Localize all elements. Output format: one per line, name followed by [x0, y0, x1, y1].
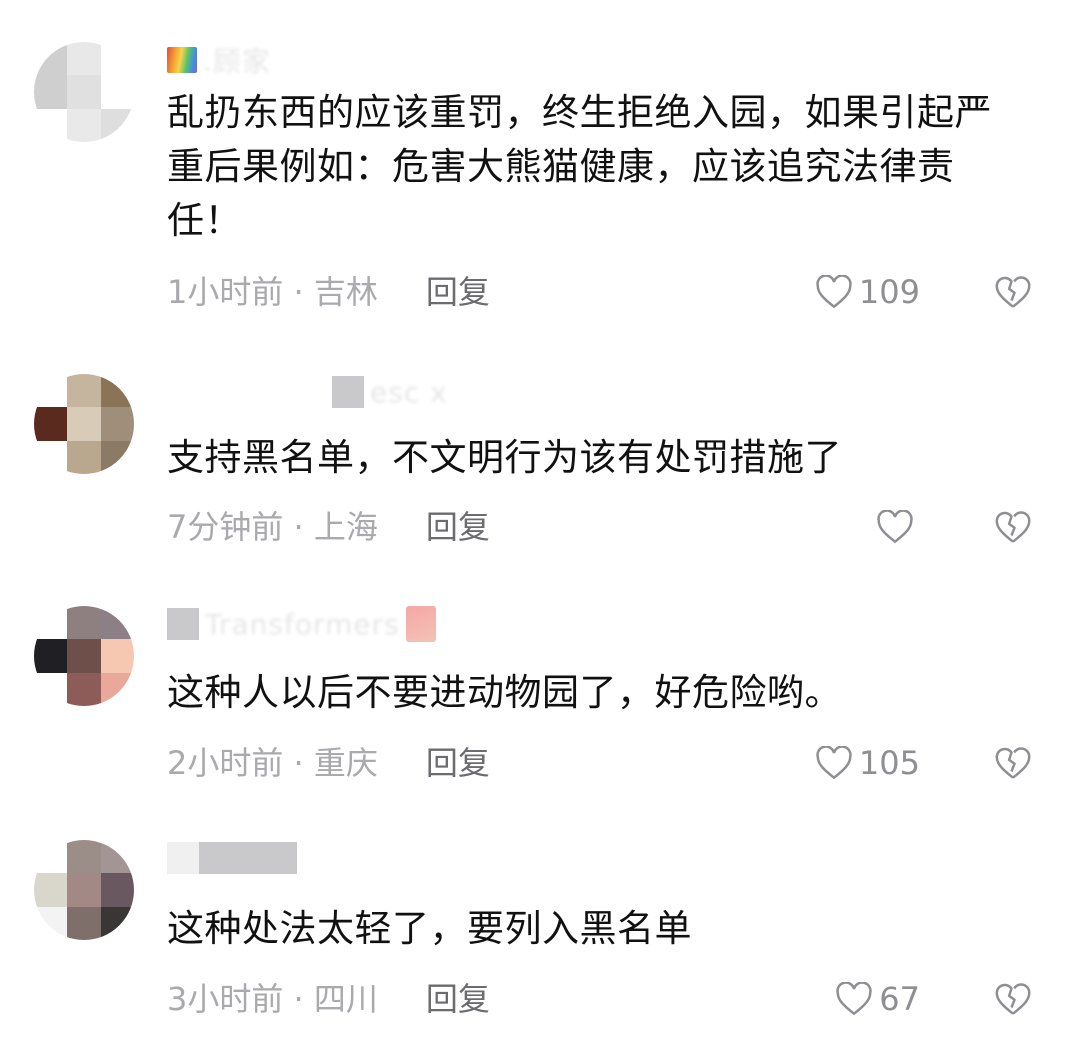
avatar-pixel [34, 407, 68, 441]
heart-outline-icon [816, 746, 852, 780]
comment-text: 乱扔东西的应该重罚，终生拒绝入园，如果引起严重后果例如：危害大熊猫健康，应该追究… [167, 91, 992, 242]
avatar-pixel [100, 42, 134, 76]
avatar-pixel [100, 606, 134, 640]
comment-meta: 2小时前 · 重庆 回复 [167, 739, 490, 783]
avatar-pixel [34, 374, 68, 408]
reply-button[interactable]: 回复 [426, 267, 490, 313]
avatar-pixel [34, 906, 68, 940]
avatar-pixel [34, 840, 68, 874]
heart-outline-icon [816, 275, 852, 309]
like-count: 109 [858, 273, 920, 311]
comment-text: 这种人以后不要进动物园了，好危险哟。 [167, 671, 842, 714]
like-button[interactable]: 105 [815, 741, 920, 785]
avatar-pixel [34, 108, 68, 142]
like-count: 105 [858, 744, 920, 782]
comment-meta: 3小时前 · 四川 回复 [167, 975, 490, 1019]
avatar-pixel [67, 42, 101, 76]
avatar-pixel [100, 407, 134, 441]
avatar-pixel [100, 840, 134, 874]
like-count: 67 [879, 980, 920, 1018]
username-text: Transformers [205, 607, 400, 641]
avatar-pixel [100, 672, 134, 706]
reply-button[interactable]: 回复 [426, 502, 490, 548]
avatar-pixel [34, 672, 68, 706]
username[interactable]: esc x [167, 374, 448, 410]
avatar-pixel [100, 440, 134, 474]
avatar-pixel [100, 75, 134, 109]
avatar-pixel [67, 440, 101, 474]
username-text: .顾家 [203, 45, 271, 78]
like-button[interactable]: 109 [815, 270, 920, 314]
username-mosaic [167, 608, 199, 640]
reply-button[interactable]: 回复 [426, 738, 490, 784]
dislike-button[interactable] [993, 270, 1033, 314]
dislike-button[interactable] [993, 977, 1033, 1021]
heart-outline-icon [877, 510, 913, 544]
dislike-button[interactable] [993, 505, 1033, 549]
avatar[interactable] [34, 840, 134, 940]
avatar[interactable] [34, 374, 134, 474]
avatar-pixel [100, 374, 134, 408]
avatar-pixel [67, 906, 101, 940]
avatar-pixel [34, 606, 68, 640]
avatar-pixel [67, 639, 101, 673]
heart-outline-icon [836, 982, 872, 1016]
avatar-pixel [34, 873, 68, 907]
username-mosaic [332, 376, 364, 408]
like-button[interactable]: 67 [835, 977, 920, 1021]
avatar-pixel [34, 440, 68, 474]
time-location: 1小时前 · 吉林 [167, 273, 378, 311]
emoji-icon [405, 606, 436, 642]
time-location: 7分钟前 · 上海 [167, 508, 378, 546]
broken-heart-outline-icon [995, 747, 1031, 779]
avatar-pixel [67, 407, 101, 441]
broken-heart-outline-icon [995, 511, 1031, 543]
like-button[interactable] [876, 505, 920, 549]
username[interactable] [167, 840, 303, 876]
broken-heart-outline-icon [995, 983, 1031, 1015]
time-location: 3小时前 · 四川 [167, 980, 378, 1018]
avatar-pixel [67, 108, 101, 142]
avatar-pixel [100, 873, 134, 907]
avatar-pixel [100, 906, 134, 940]
username[interactable]: Transformers [167, 606, 436, 642]
avatar-pixel [100, 108, 134, 142]
avatar-pixel [67, 75, 101, 109]
comment-meta: 1小时前 · 吉林 回复 [167, 268, 490, 312]
broken-heart-outline-icon [995, 276, 1031, 308]
dislike-button[interactable] [993, 741, 1033, 785]
time-location: 2小时前 · 重庆 [167, 744, 378, 782]
avatar-pixel [67, 840, 101, 874]
username-mosaic [199, 842, 297, 874]
reply-button[interactable]: 回复 [426, 974, 490, 1020]
comment-meta: 7分钟前 · 上海 回复 [167, 503, 490, 547]
avatar-pixel [67, 606, 101, 640]
rainbow-emoji-icon [167, 47, 197, 73]
avatar[interactable] [34, 606, 134, 706]
avatar-pixel [100, 639, 134, 673]
avatar-pixel [67, 672, 101, 706]
avatar-pixel [67, 374, 101, 408]
username[interactable]: .顾家 [167, 42, 271, 78]
avatar-pixel [67, 873, 101, 907]
avatar[interactable] [34, 42, 134, 142]
avatar-pixel [34, 75, 68, 109]
comment-text: 支持黑名单，不文明行为该有处罚措施了 [167, 436, 842, 479]
avatar-pixel [34, 42, 68, 76]
avatar-pixel [34, 639, 68, 673]
username-text: esc x [370, 375, 448, 409]
comment-text: 这种处法太轻了，要列入黑名单 [167, 907, 692, 950]
username-mosaic [167, 842, 199, 874]
